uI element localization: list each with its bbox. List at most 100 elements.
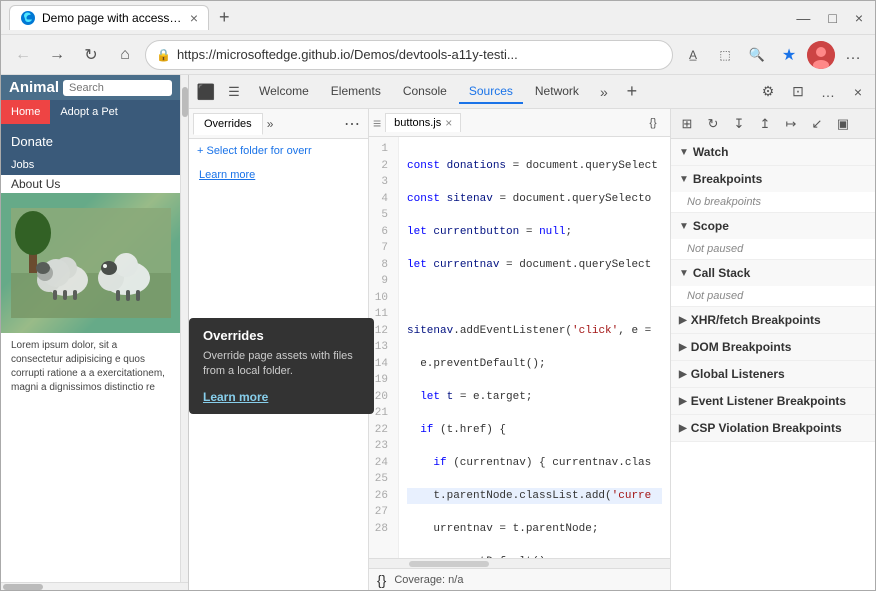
nav-item-home[interactable]: Home (1, 100, 50, 124)
step-icon[interactable]: ↙ (805, 112, 829, 136)
select-folder-button[interactable]: + Select folder for overr (189, 139, 368, 163)
more-button[interactable]: … (839, 41, 867, 69)
breakpoints-arrow: ▼ (679, 174, 689, 185)
split-screen-button[interactable]: ⬚ (711, 41, 739, 69)
site-header: Animal (1, 75, 180, 100)
jobs-link[interactable]: Jobs (1, 157, 44, 173)
profile-icon[interactable] (807, 41, 835, 69)
tooltip-body: Override page assets with files from a l… (203, 349, 360, 380)
nav-bar: ← → ↻ ⌂ 🔒 https://microsoftedge.github.i… (1, 35, 875, 75)
step-into-icon[interactable]: ↥ (753, 112, 777, 136)
global-header[interactable]: ▶ Global Listeners (671, 361, 875, 387)
site-image (1, 193, 180, 333)
xhr-header[interactable]: ▶ XHR/fetch Breakpoints (671, 307, 875, 333)
favorites-button[interactable]: ★ (775, 41, 803, 69)
new-tab-button[interactable]: + (213, 7, 236, 28)
browser-window: Demo page with accessibility iss × + — □… (0, 0, 876, 591)
watch-label: Watch (693, 145, 729, 159)
read-aloud-button[interactable]: A̲ (679, 41, 707, 69)
code-editor-header: ≡ buttons.js × {} (369, 109, 670, 137)
more-tabs-button[interactable]: » (591, 79, 617, 105)
settings-icon[interactable]: ⚙ (755, 79, 781, 105)
resume-icon[interactable]: ↻ (701, 112, 725, 136)
dock-icon[interactable]: ⊡ (785, 79, 811, 105)
tab-close-icon[interactable]: × (190, 10, 198, 26)
tooltip-learn-more[interactable]: Learn more (203, 390, 268, 404)
tooltip-overlay: Overrides Override page assets with file… (189, 318, 374, 414)
code-area[interactable]: 12345 678910 11121314 19202122 23242526 … (369, 137, 670, 558)
call-stack-header[interactable]: ▼ Call Stack (671, 260, 875, 286)
maximize-button[interactable]: □ (824, 10, 840, 26)
main-content: Animal Home Adopt a Pet Donate Jobs Abou… (1, 75, 875, 590)
refresh-button[interactable]: ↻ (77, 41, 105, 69)
dom-section: ▶ DOM Breakpoints (671, 334, 875, 361)
call-stack-content: Not paused (671, 286, 875, 306)
vertical-scrollbar[interactable] (182, 87, 188, 117)
tab-title: Demo page with accessibility iss (42, 11, 184, 25)
site-nav: Home Adopt a Pet (1, 100, 180, 124)
call-stack-section: ▼ Call Stack Not paused (671, 260, 875, 307)
more-options-icon[interactable]: … (815, 79, 841, 105)
breakpoints-header[interactable]: ▼ Breakpoints (671, 166, 875, 192)
search-input[interactable] (63, 80, 172, 96)
sub-tab-dots[interactable]: ⋯ (340, 114, 364, 134)
forward-button[interactable]: → (43, 41, 71, 69)
close-devtools-button[interactable]: × (845, 79, 871, 105)
event-label: Event Listener Breakpoints (691, 394, 846, 408)
watch-section: ▼ Watch (671, 139, 875, 166)
step-over-icon[interactable]: ↧ (727, 112, 751, 136)
xhr-label: XHR/fetch Breakpoints (691, 313, 821, 327)
tooltip-title: Overrides (203, 328, 360, 343)
pretty-print-button[interactable]: {} (640, 110, 666, 136)
file-tab-buttons-js[interactable]: buttons.js × (385, 113, 461, 132)
scope-content: Not paused (671, 239, 875, 259)
horizontal-scrollbar-code[interactable] (369, 558, 670, 568)
add-tab-button[interactable]: + (619, 79, 645, 105)
tab-console[interactable]: Console (393, 80, 457, 104)
editor-nav-icon[interactable]: ≡ (373, 115, 381, 131)
event-arrow: ▶ (679, 396, 687, 407)
about-link[interactable]: About Us (1, 175, 180, 193)
sub-tab-overrides[interactable]: Overrides (193, 113, 263, 135)
title-bar: Demo page with accessibility iss × + — □… (1, 1, 875, 35)
nav-item-adopt[interactable]: Adopt a Pet (50, 100, 128, 124)
csp-arrow: ▶ (679, 423, 687, 434)
scope-header[interactable]: ▼ Scope (671, 213, 875, 239)
learn-more-link[interactable]: Learn more (189, 163, 368, 187)
back-button[interactable]: ← (9, 41, 37, 69)
minimize-button[interactable]: — (792, 10, 814, 26)
step-out-icon[interactable]: ↦ (779, 112, 803, 136)
dom-header[interactable]: ▶ DOM Breakpoints (671, 334, 875, 360)
columns-icon[interactable]: ⊞ (675, 112, 699, 136)
webpage-area: Animal Home Adopt a Pet Donate Jobs Abou… (1, 75, 189, 590)
sub-tab-more[interactable]: » (263, 117, 278, 131)
tab-network[interactable]: Network (525, 80, 589, 104)
url-text: https://microsoftedge.github.io/Demos/de… (177, 47, 662, 62)
devtools-device-icon[interactable]: ⬛ (193, 79, 219, 105)
scope-section: ▼ Scope Not paused (671, 213, 875, 260)
deactivate-icon[interactable]: ▣ (831, 112, 855, 136)
scope-arrow: ▼ (679, 221, 689, 232)
file-tab-close[interactable]: × (445, 116, 452, 130)
donate-link[interactable]: Donate (1, 126, 180, 157)
devtools-inspect-icon[interactable]: ☰ (221, 79, 247, 105)
breakpoints-content: No breakpoints (671, 192, 875, 212)
event-header[interactable]: ▶ Event Listener Breakpoints (671, 388, 875, 414)
lock-icon: 🔒 (156, 48, 171, 62)
address-bar[interactable]: 🔒 https://microsoftedge.github.io/Demos/… (145, 40, 673, 70)
devtools-toolbar: ⬛ ☰ Welcome Elements Console Sources Net… (189, 75, 875, 109)
csp-section: ▶ CSP Violation Breakpoints (671, 415, 875, 442)
csp-header[interactable]: ▶ CSP Violation Breakpoints (671, 415, 875, 441)
horizontal-scrollbar[interactable] (3, 584, 43, 590)
scrollbar-thumb[interactable] (409, 561, 489, 567)
code-editor: ≡ buttons.js × {} 12345 678910 (369, 109, 670, 590)
watch-header[interactable]: ▼ Watch (671, 139, 875, 165)
tab-sources[interactable]: Sources (459, 80, 523, 104)
browser-tab[interactable]: Demo page with accessibility iss × (9, 5, 209, 30)
home-button[interactable]: ⌂ (111, 41, 139, 69)
zoom-button[interactable]: 🔍 (743, 41, 771, 69)
tab-welcome[interactable]: Welcome (249, 80, 319, 104)
nav-actions: A̲ ⬚ 🔍 ★ … (679, 41, 867, 69)
close-button[interactable]: × (851, 10, 867, 26)
tab-elements[interactable]: Elements (321, 80, 391, 104)
